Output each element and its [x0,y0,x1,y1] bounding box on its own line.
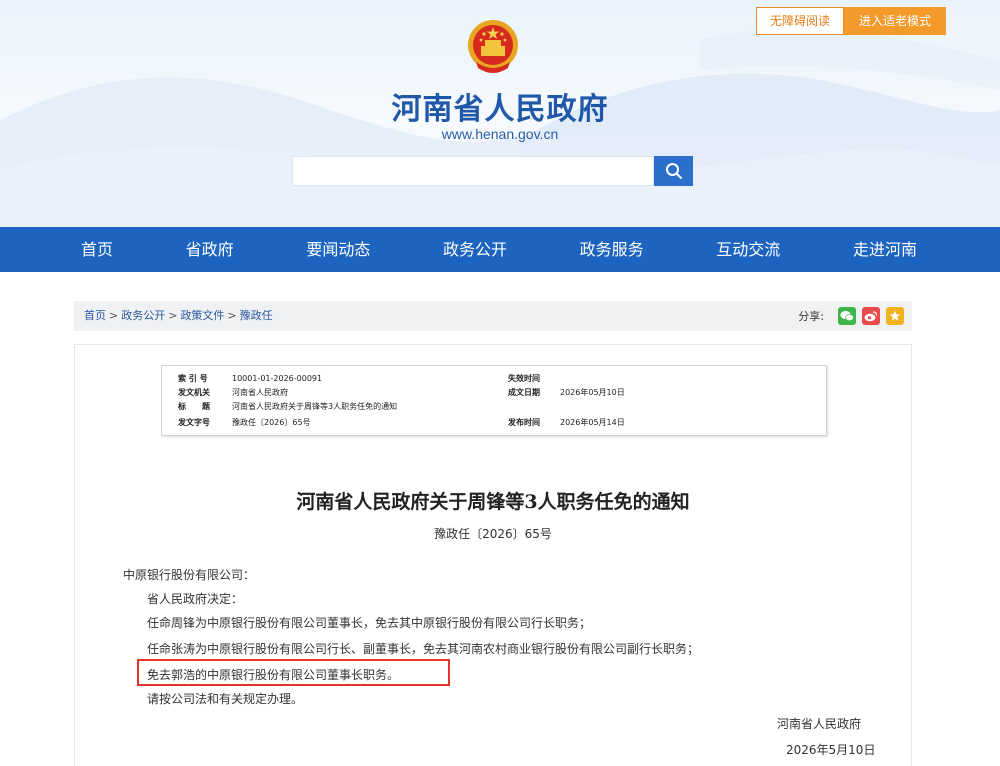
weibo-icon [864,311,878,322]
accessibility-buttons: 无障碍阅读 进入适老模式 [756,7,946,35]
document-addressee: 中原银行股份有限公司： [123,568,256,582]
site-name: 河南省人民政府 [391,92,609,127]
meta-row: 发文字号 豫政任〔2026〕65号 发布时间 2026年05月14日 [162,416,826,430]
meta-key: 索 引 号 [178,374,208,383]
nav-item-public-affairs[interactable]: 政务公开 [416,227,534,272]
meta-value: 河南省人民政府关于周锋等3人职务任免的通知 [232,402,398,411]
document-paragraph: 任命张涛为中原银行股份有限公司行长、副董事长，免去其河南农村商业银行股份有限公司… [147,642,700,656]
meta-key: 发文字号 [178,418,210,427]
nav-item-services[interactable]: 政务服务 [553,227,671,272]
site-url: www.henan.gov.cn [441,126,559,142]
nav-item-government[interactable]: 省政府 [159,227,261,272]
breadcrumb-separator: > [227,309,237,322]
breadcrumb-home[interactable]: 首页 [84,309,106,322]
search-input[interactable] [292,156,654,186]
share-bar: 分享: [798,307,904,325]
breadcrumb-yuzhengren[interactable]: 豫政任 [240,309,273,322]
meta-key: 成文日期 [508,388,540,397]
document-number: 豫政任〔2026〕65号 [434,527,552,541]
breadcrumb-separator: > [109,309,119,322]
document-paragraph: 省人民政府决定： [147,592,244,606]
favorite-icon [889,310,901,321]
nav-item-interaction[interactable]: 互动交流 [689,227,807,272]
breadcrumb-policy-docs[interactable]: 政策文件 [180,309,224,322]
document-title: 河南省人民政府关于周锋等3人职务任免的通知 [296,491,690,513]
breadcrumb-bar: 首页 > 政务公开 > 政策文件 > 豫政任 分享: [74,301,912,331]
meta-row: 索 引 号 10001-01-2026-00091 失效时间 [162,372,826,386]
share-weibo-button[interactable] [862,307,880,325]
search-bar [292,156,693,186]
search-button[interactable] [654,156,693,186]
meta-value: 2026年05月10日 [560,388,625,397]
highlight-box [137,659,450,686]
meta-value: 河南省人民政府 [232,388,288,397]
breadcrumb-separator: > [168,309,178,322]
share-label: 分享: [798,310,824,323]
meta-value: 2026年05月14日 [560,418,625,427]
share-wechat-button[interactable] [838,307,856,325]
main-nav: 首页 省政府 要闻动态 政务公开 政务服务 互动交流 走进河南 [0,227,1000,272]
elder-mode-button[interactable]: 进入适老模式 [844,7,946,35]
meta-value: 豫政任〔2026〕65号 [232,418,311,427]
nav-item-news[interactable]: 要闻动态 [279,227,397,272]
nav-item-about-henan[interactable]: 走进河南 [826,227,944,272]
meta-key: 发布时间 [508,418,540,427]
document-paragraph: 请按公司法和有关规定办理。 [147,692,304,706]
search-icon [665,163,682,179]
accessible-reading-button[interactable]: 无障碍阅读 [756,7,844,35]
meta-value: 10001-01-2026-00091 [232,374,323,383]
meta-key: 失效时间 [508,374,540,383]
article-container: 索 引 号 10001-01-2026-00091 失效时间 发文机关 河南省人… [74,344,912,766]
share-favorite-button[interactable] [886,307,904,325]
national-emblem-icon [468,20,518,73]
document-date: 2026年5月10日 [786,743,876,757]
document-paragraph: 任命周锋为中原银行股份有限公司董事长，免去其中原银行股份有限公司行长职务； [147,616,592,630]
meta-row: 发文机关 河南省人民政府 成文日期 2026年05月10日 [162,386,826,400]
wechat-icon [840,311,854,322]
document-signature: 河南省人民政府 [777,717,862,731]
breadcrumb: 首页 > 政务公开 > 政策文件 > 豫政任 [84,301,273,331]
breadcrumb-public-affairs[interactable]: 政务公开 [121,309,165,322]
meta-key: 发文机关 [178,388,210,397]
document-metadata-table: 索 引 号 10001-01-2026-00091 失效时间 发文机关 河南省人… [161,365,827,436]
nav-item-home[interactable]: 首页 [54,227,140,272]
site-header: 无障碍阅读 进入适老模式 河南省人民政府 www.henan.gov.cn [0,0,1000,227]
meta-key: 标 题 [178,402,210,411]
meta-row: 标 题 河南省人民政府关于周锋等3人职务任免的通知 [162,400,826,414]
